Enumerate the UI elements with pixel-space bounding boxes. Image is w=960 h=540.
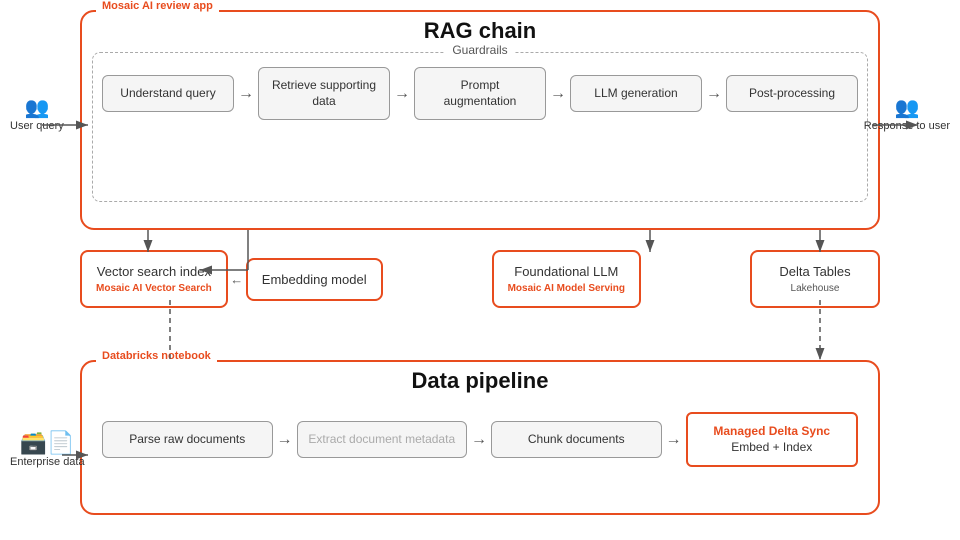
middle-arrow-1: ← [228, 272, 246, 287]
embedding-model-box: Embedding model [246, 258, 383, 301]
rag-section: Mosaic AI review app RAG chain Guardrail… [80, 10, 880, 230]
vector-search-box: Vector search index Mosaic AI Vector Sea… [80, 250, 228, 308]
pipe-arrow-2: → [467, 431, 491, 449]
user-query: 👥 User query [10, 95, 64, 132]
enterprise-data: 🗃️📄 Enterprise data [10, 430, 85, 468]
managed-delta-box: Managed Delta Sync Embed + Index [686, 412, 859, 467]
response-icon: 👥 [864, 95, 950, 120]
prompt-aug-box: Prompt augmentation [414, 67, 546, 120]
user-icon: 👥 [10, 95, 64, 120]
middle-row: Vector search index Mosaic AI Vector Sea… [80, 250, 880, 308]
rag-section-label: Mosaic AI review app [96, 0, 219, 12]
post-proc-box: Post-processing [726, 75, 858, 113]
understand-query-box: Understand query [102, 75, 234, 113]
response-user: 👥 Response to user [864, 95, 950, 132]
db-icon: 🗃️📄 [20, 430, 75, 455]
llm-gen-box: LLM generation [570, 75, 702, 113]
foundational-llm-box: Foundational LLM Mosaic AI Model Serving [492, 250, 641, 308]
arrow-1: → [234, 85, 258, 103]
diagram-container: Mosaic AI review app RAG chain Guardrail… [0, 0, 960, 540]
pipeline-section-label: Databricks notebook [96, 350, 217, 362]
extract-meta-box: Extract document metadata [297, 421, 468, 459]
arrow-2: → [390, 85, 414, 103]
delta-tables-box: Delta Tables Lakehouse [750, 250, 880, 308]
parse-docs-box: Parse raw documents [102, 421, 273, 459]
guardrails-label: Guardrails [444, 43, 515, 57]
rag-title: RAG chain [82, 18, 878, 44]
chunk-docs-box: Chunk documents [491, 421, 662, 459]
arrow-4: → [702, 85, 726, 103]
pipeline-flow: Parse raw documents → Extract document m… [102, 412, 858, 467]
retrieve-data-box: Retrieve supporting data [258, 67, 390, 120]
pipe-arrow-1: → [273, 431, 297, 449]
rag-process-flow: Understand query → Retrieve supporting d… [102, 67, 858, 120]
pipeline-section: Databricks notebook Data pipeline Parse … [80, 360, 880, 515]
arrow-3: → [546, 85, 570, 103]
pipeline-title: Data pipeline [82, 368, 878, 394]
pipe-arrow-3: → [662, 431, 686, 449]
